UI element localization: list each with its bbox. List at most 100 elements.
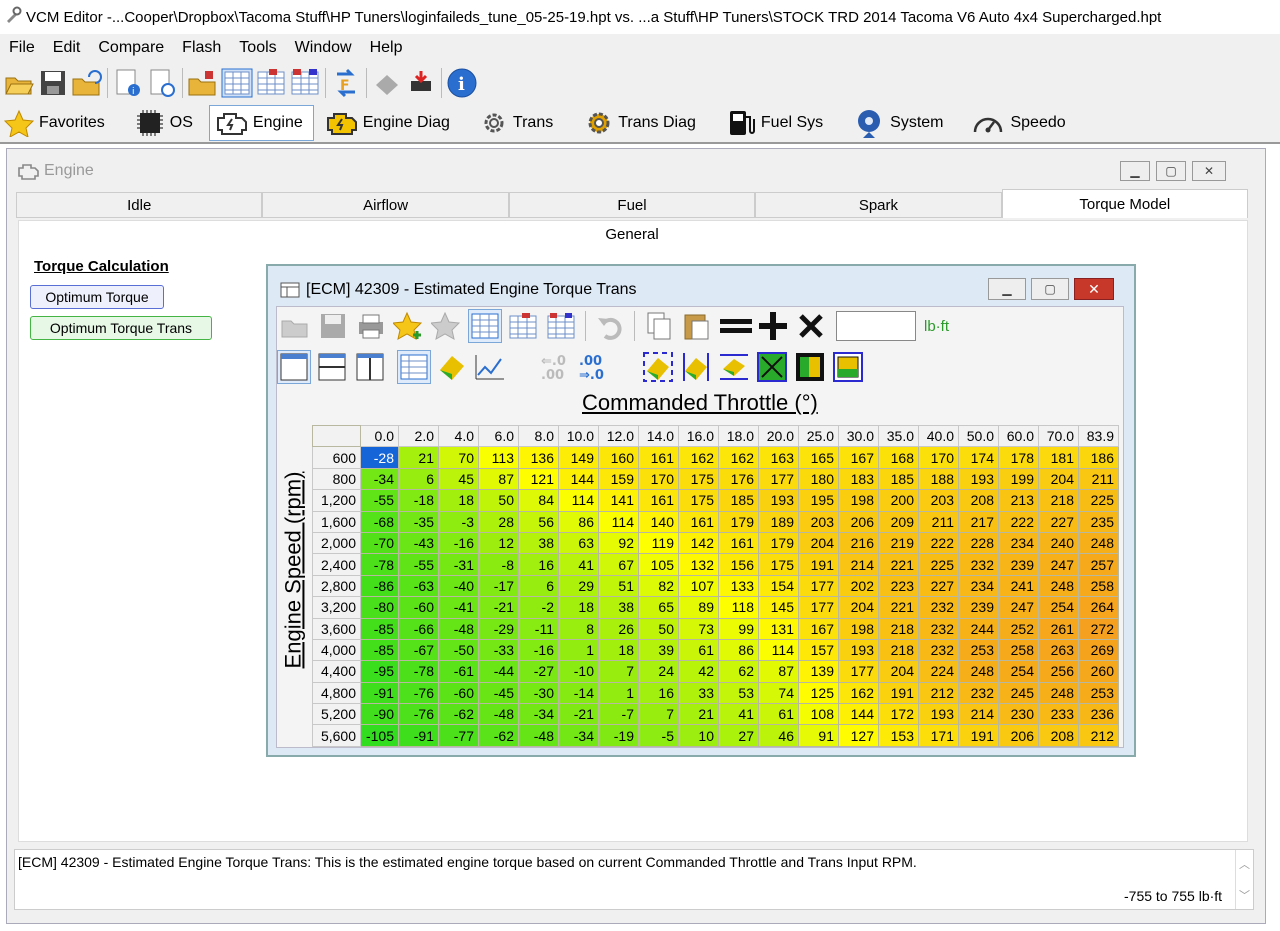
- table-cell[interactable]: 193: [958, 467, 999, 491]
- plus-icon[interactable]: [756, 309, 790, 343]
- table-cell[interactable]: 82: [638, 574, 679, 598]
- table-cell[interactable]: 245: [998, 681, 1039, 705]
- table-cell[interactable]: 133: [718, 574, 759, 598]
- table-cell[interactable]: 86: [558, 510, 599, 533]
- minimize-button[interactable]: ▁: [1120, 161, 1150, 181]
- table-cell[interactable]: 175: [758, 553, 799, 576]
- table-cell[interactable]: 167: [838, 446, 879, 469]
- table-cell[interactable]: 132: [678, 553, 719, 576]
- table-cell[interactable]: 12: [478, 531, 519, 555]
- table-cell[interactable]: 10: [678, 724, 719, 747]
- table-cell[interactable]: -14: [558, 681, 599, 705]
- table-cell[interactable]: 230: [998, 703, 1039, 726]
- menu-help[interactable]: Help: [361, 39, 412, 57]
- table-cell[interactable]: -91: [360, 681, 399, 705]
- table-cell[interactable]: 218: [878, 638, 919, 662]
- table-cell[interactable]: -85: [360, 617, 399, 640]
- tab-idle[interactable]: Idle: [16, 192, 263, 218]
- table-cell[interactable]: 227: [918, 574, 959, 598]
- table-cell[interactable]: 227: [1038, 510, 1079, 533]
- table-cell[interactable]: 144: [558, 467, 599, 491]
- table-minimize-button[interactable]: ▁: [988, 278, 1026, 300]
- table-cell[interactable]: 161: [678, 510, 719, 533]
- table-cell[interactable]: 113: [478, 446, 519, 469]
- table-cell[interactable]: 139: [798, 660, 839, 683]
- table-cell[interactable]: 63: [558, 531, 599, 555]
- table-cell[interactable]: 216: [838, 531, 879, 555]
- table-cell[interactable]: 89: [678, 596, 719, 619]
- table-cell[interactable]: -68: [360, 510, 399, 533]
- table-cell[interactable]: 206: [998, 724, 1039, 747]
- table-cell[interactable]: 18: [558, 596, 599, 619]
- table-cell[interactable]: 84: [518, 489, 559, 512]
- table-cell[interactable]: 18: [598, 638, 639, 662]
- table-cell[interactable]: 131: [758, 617, 799, 640]
- table-cell[interactable]: 179: [718, 510, 759, 533]
- table-cell[interactable]: -34: [518, 703, 559, 726]
- 3d-view-icon[interactable]: [435, 350, 469, 384]
- table-cell[interactable]: 247: [1038, 553, 1079, 576]
- nav-tab-os[interactable]: OS: [131, 105, 203, 141]
- table-cell[interactable]: 24: [638, 660, 679, 683]
- tab-airflow[interactable]: Airflow: [262, 192, 509, 218]
- table-cell[interactable]: 235: [1078, 510, 1119, 533]
- table-cell[interactable]: 86: [718, 638, 759, 662]
- table-cell[interactable]: 261: [1038, 617, 1079, 640]
- nav-tab-system[interactable]: System: [849, 105, 953, 141]
- table-cell[interactable]: 248: [1038, 574, 1079, 598]
- table-cell[interactable]: 51: [598, 574, 639, 598]
- table-cell[interactable]: 236: [1078, 703, 1119, 726]
- tab-fuel[interactable]: Fuel: [508, 192, 756, 218]
- table-cell[interactable]: 181: [1038, 446, 1079, 469]
- table-cell[interactable]: 28: [478, 510, 519, 533]
- table-cell[interactable]: 157: [798, 638, 839, 662]
- row-header[interactable]: 3,600: [312, 617, 361, 640]
- row-header[interactable]: 1,600: [312, 510, 361, 533]
- table-cell[interactable]: 174: [958, 446, 999, 469]
- table-cell[interactable]: 234: [958, 574, 999, 598]
- table-cell[interactable]: 21: [678, 703, 719, 726]
- table-cell[interactable]: 222: [998, 510, 1039, 533]
- table-diff-icon[interactable]: [288, 66, 322, 100]
- table-cell[interactable]: 179: [758, 531, 799, 555]
- table-cell[interactable]: 256: [1038, 660, 1079, 683]
- table-cell[interactable]: 74: [758, 681, 799, 705]
- table-cell[interactable]: -63: [398, 574, 439, 598]
- table-cell[interactable]: -77: [438, 724, 479, 747]
- table-cell[interactable]: 219: [878, 531, 919, 555]
- menu-tools[interactable]: Tools: [230, 39, 285, 57]
- table-cell[interactable]: 214: [958, 703, 999, 726]
- nav-tab-fuel-sys[interactable]: Fuel Sys: [722, 105, 833, 141]
- table-cell[interactable]: 175: [678, 467, 719, 491]
- row-header[interactable]: 2,000: [312, 531, 361, 555]
- table-cell[interactable]: 8: [558, 617, 599, 640]
- table-cell[interactable]: 162: [718, 446, 759, 469]
- table-cell[interactable]: 162: [838, 681, 879, 705]
- table-cell[interactable]: 195: [798, 489, 839, 512]
- table-cell[interactable]: -27: [518, 660, 559, 683]
- table-cell[interactable]: 73: [678, 617, 719, 640]
- table-cell[interactable]: 107: [678, 574, 719, 598]
- table-cell[interactable]: 145: [758, 596, 799, 619]
- copy-icon[interactable]: [642, 309, 676, 343]
- table-cell[interactable]: 165: [798, 446, 839, 469]
- table-cell[interactable]: -61: [438, 660, 479, 683]
- row-header[interactable]: 5,200: [312, 703, 361, 726]
- table-icon[interactable]: [220, 66, 254, 100]
- table-cell[interactable]: 257: [1078, 553, 1119, 576]
- table-cell[interactable]: 198: [838, 617, 879, 640]
- table-cell[interactable]: 26: [598, 617, 639, 640]
- table-cell[interactable]: -48: [438, 617, 479, 640]
- table-cell[interactable]: 127: [838, 724, 879, 747]
- file-info-icon[interactable]: i: [111, 66, 145, 100]
- table-cell[interactable]: 156: [718, 553, 759, 576]
- table-cell[interactable]: 119: [638, 531, 679, 555]
- column-header[interactable]: 83.9: [1078, 424, 1119, 448]
- table-cell[interactable]: 29: [558, 574, 599, 598]
- table-cell[interactable]: 170: [918, 446, 959, 469]
- table-cell[interactable]: 87: [758, 660, 799, 683]
- fill-icon[interactable]: [793, 350, 827, 384]
- table-cell[interactable]: -29: [478, 617, 519, 640]
- table-cell[interactable]: -8: [478, 553, 519, 576]
- save-icon[interactable]: [316, 309, 350, 343]
